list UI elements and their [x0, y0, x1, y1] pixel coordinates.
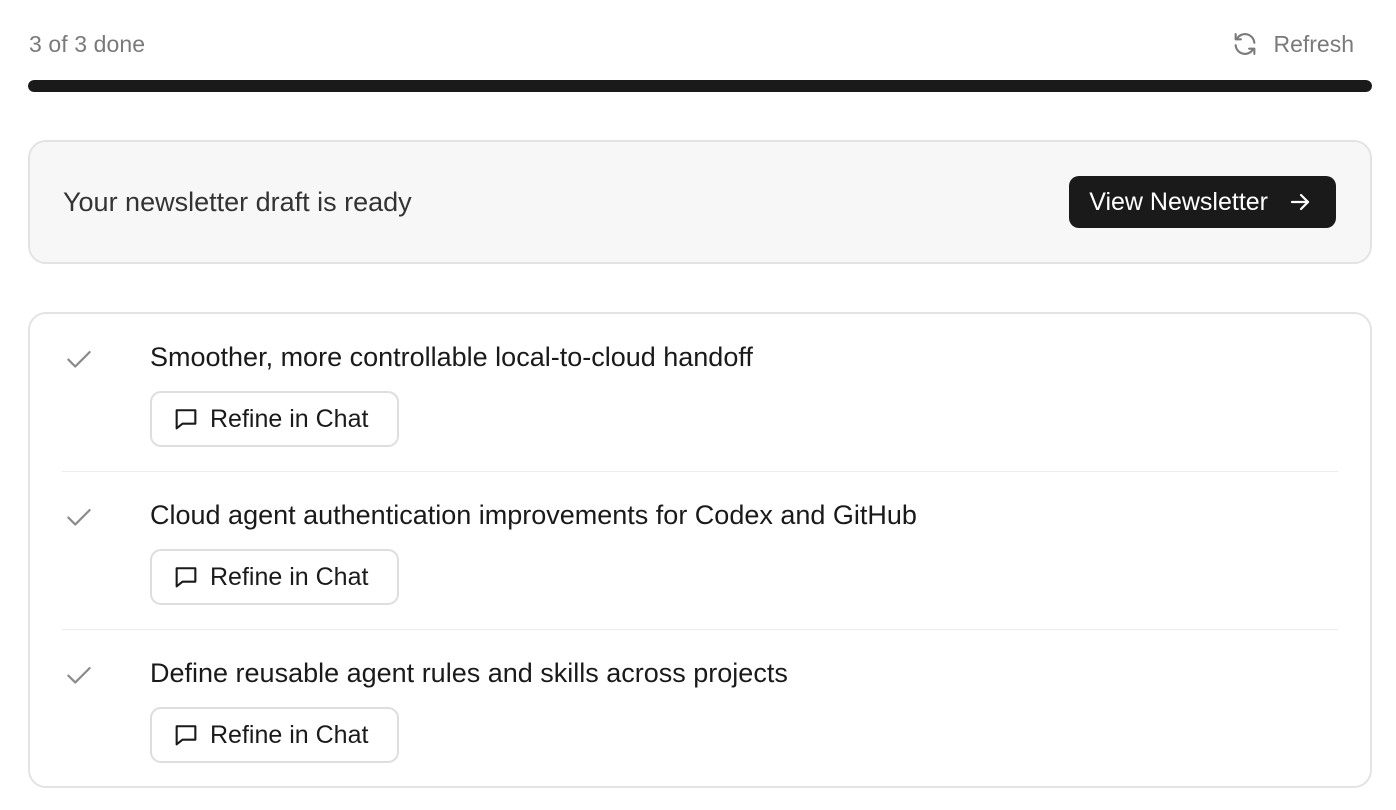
arrow-right-icon [1288, 190, 1312, 214]
refine-in-chat-button[interactable]: Refine in Chat [150, 549, 399, 605]
refine-label: Refine in Chat [210, 720, 369, 749]
refine-label: Refine in Chat [210, 404, 369, 433]
view-newsletter-button[interactable]: View Newsletter [1069, 176, 1336, 228]
check-icon [64, 344, 94, 374]
status-header: 3 of 3 done Refresh [29, 28, 1354, 60]
item-title: Cloud agent authentication improvements … [150, 500, 917, 530]
refresh-button[interactable]: Refresh [1231, 30, 1354, 58]
check-icon [64, 660, 94, 690]
check-icon [64, 502, 94, 532]
progress-bar [28, 80, 1372, 92]
list-item: Smoother, more controllable local-to-clo… [62, 314, 1338, 472]
draft-ready-banner: Your newsletter draft is ready View News… [28, 140, 1372, 264]
list-item: Define reusable agent rules and skills a… [62, 630, 1338, 788]
progress-count-label: 3 of 3 done [29, 30, 146, 57]
refresh-label: Refresh [1273, 30, 1354, 57]
topic-list: Smoother, more controllable local-to-clo… [28, 312, 1372, 788]
chat-bubble-icon [172, 405, 200, 433]
chat-bubble-icon [172, 563, 200, 591]
list-item: Cloud agent authentication improvements … [62, 472, 1338, 630]
item-title: Smoother, more controllable local-to-clo… [150, 342, 753, 372]
refine-label: Refine in Chat [210, 562, 369, 591]
newsletter-progress-panel: 3 of 3 done Refresh Your newsletter draf… [0, 0, 1396, 810]
refine-in-chat-button[interactable]: Refine in Chat [150, 707, 399, 763]
refine-in-chat-button[interactable]: Refine in Chat [150, 391, 399, 447]
refresh-icon [1231, 30, 1259, 58]
view-newsletter-label: View Newsletter [1089, 187, 1268, 216]
chat-bubble-icon [172, 721, 200, 749]
item-title: Define reusable agent rules and skills a… [150, 658, 788, 688]
progress-bar-fill [28, 80, 1372, 92]
draft-ready-message: Your newsletter draft is ready [63, 186, 412, 217]
